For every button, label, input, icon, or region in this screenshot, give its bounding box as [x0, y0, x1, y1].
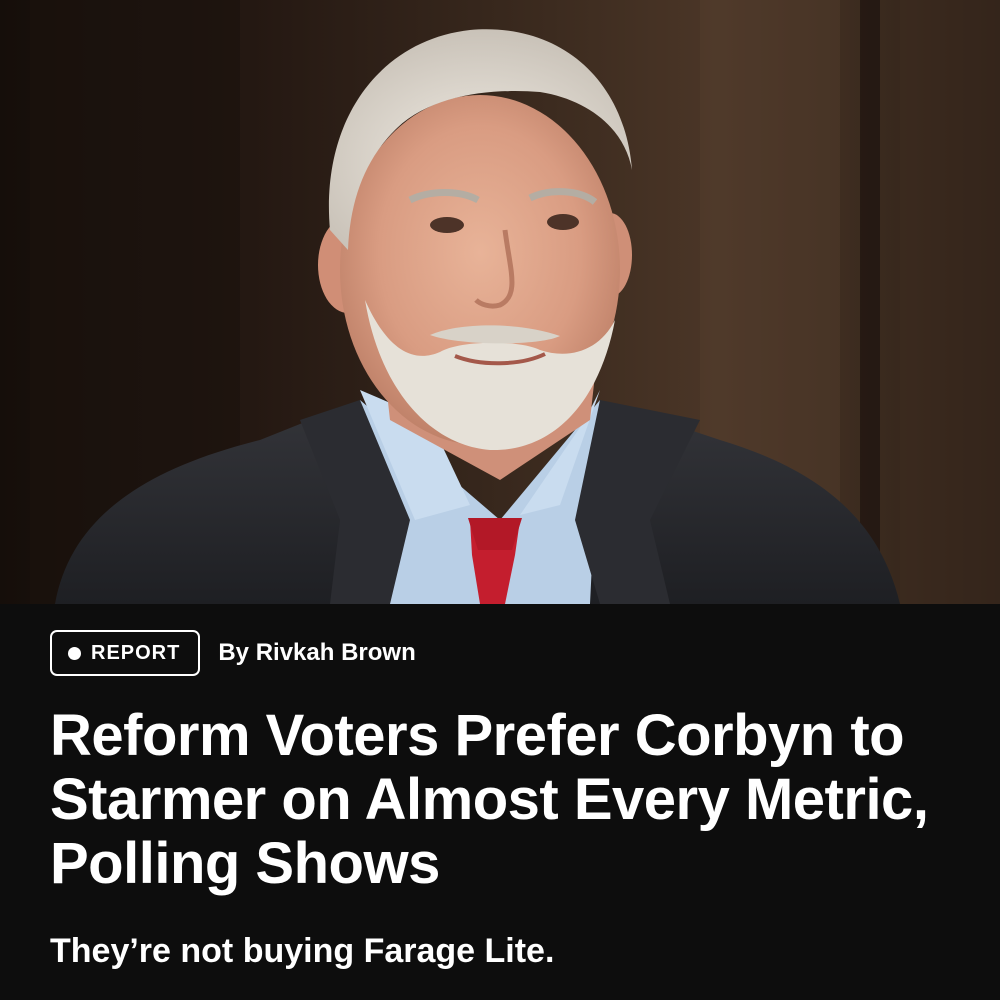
report-badge[interactable]: REPORT: [50, 630, 201, 676]
article-meta: REPORT By Rivkah Brown: [50, 630, 416, 676]
article-photo: [0, 0, 1000, 604]
badge-label: REPORT: [91, 641, 181, 664]
article-card[interactable]: REPORT By Rivkah Brown Reform Voters Pre…: [0, 0, 1000, 1000]
dot-icon: [68, 646, 81, 660]
byline[interactable]: By Rivkah Brown: [218, 639, 415, 667]
subheadline: They’re not buying Farage Lite.: [50, 932, 555, 970]
headline[interactable]: Reform Voters Prefer Corbyn to Starmer o…: [50, 704, 960, 896]
article-text-panel: REPORT By Rivkah Brown Reform Voters Pre…: [0, 604, 1000, 1000]
